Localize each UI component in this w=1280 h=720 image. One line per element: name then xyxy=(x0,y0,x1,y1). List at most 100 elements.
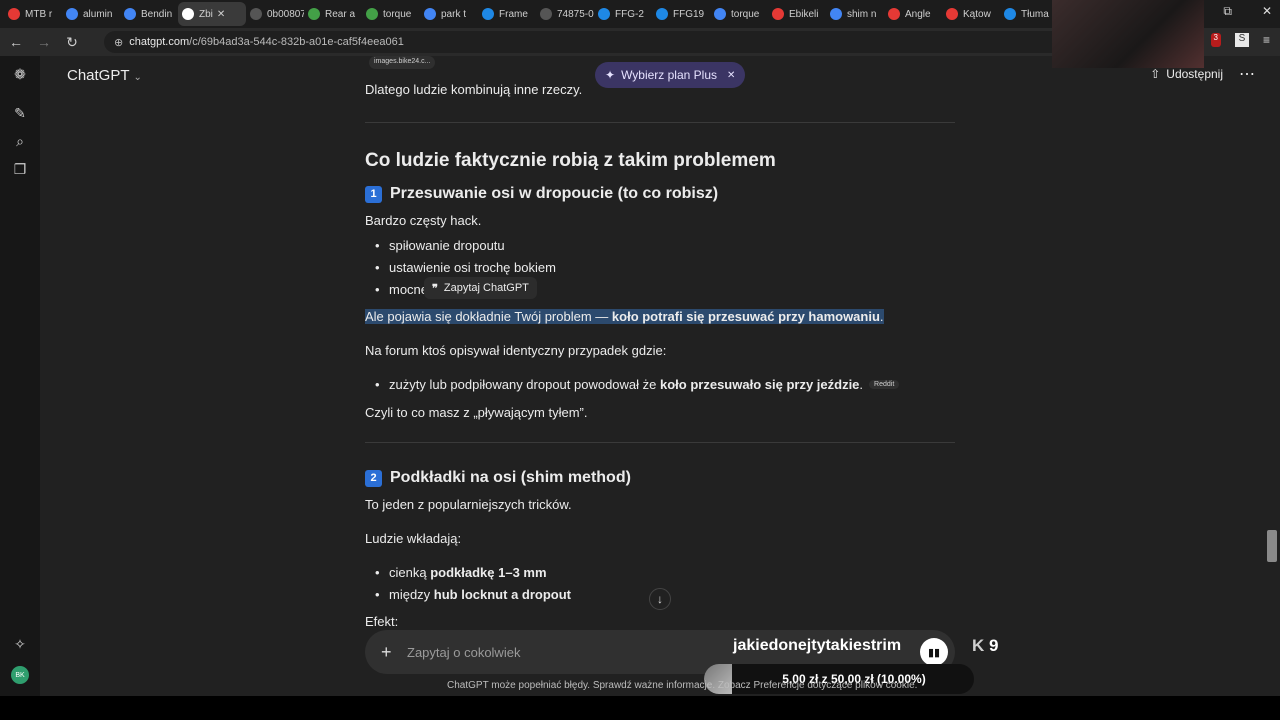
browser-tab[interactable]: Ebikeli xyxy=(768,2,826,26)
kick-logo-icon: K xyxy=(972,636,985,655)
share-label: Udostępnij xyxy=(1166,67,1223,81)
tab-label: Frame xyxy=(499,8,528,20)
share-button[interactable]: ⇧ Udostępnij xyxy=(1150,67,1223,81)
model-selector[interactable]: ChatGPT ⌄ xyxy=(67,67,142,84)
source-chip-reddit[interactable]: Reddit xyxy=(869,380,900,390)
stream-overlay-counter: K 9 xyxy=(972,636,998,656)
list-item: zużyty lub podpiłowany dropout powodował… xyxy=(375,375,900,395)
stream-overlay-text: jakiedonejtytakiestrim xyxy=(733,637,902,654)
list-item: cienką podkładkę 1–3 mm xyxy=(375,563,546,583)
extension-icon[interactable]: S xyxy=(1234,33,1249,47)
paragraph: Ludzie wkładają: xyxy=(365,531,462,546)
avatar[interactable]: BK xyxy=(11,666,29,684)
browser-tab[interactable]: FFG-2 xyxy=(594,2,652,26)
more-options-icon[interactable]: ⋯ xyxy=(1239,64,1255,84)
browser-tab[interactable]: shim n xyxy=(826,2,884,26)
browser-tab[interactable]: park t xyxy=(420,2,478,26)
extension-badge[interactable]: 3 xyxy=(1210,33,1221,47)
browser-tab[interactable]: Angle xyxy=(884,2,942,26)
restore-window-icon[interactable]: ⧉ xyxy=(1223,4,1232,19)
text-span: zużyty lub podpiłowany dropout powodował… xyxy=(389,377,661,392)
tab-label: Rear a xyxy=(325,8,356,20)
bold-text: koło potrafi się przesuwać przy hamowani… xyxy=(611,309,880,324)
tab-label: Bendin xyxy=(141,8,173,20)
text-span: między xyxy=(389,587,434,602)
tab-favicon-icon xyxy=(830,8,842,20)
tab-favicon-icon xyxy=(772,8,784,20)
tab-label: 74875-02 xyxy=(557,8,594,20)
new-chat-icon[interactable]: ✎ xyxy=(10,103,30,123)
browser-tab[interactable]: torque xyxy=(710,2,768,26)
browser-tab[interactable]: Frame xyxy=(478,2,536,26)
divider xyxy=(365,122,955,123)
scroll-down-button[interactable]: ↓ xyxy=(649,588,671,610)
forward-arrow-icon[interactable]: → xyxy=(32,34,56,50)
browser-tab[interactable]: 74875-02 xyxy=(536,2,594,26)
search-icon[interactable]: ⌕ xyxy=(10,131,30,151)
brand-label: ChatGPT xyxy=(67,67,130,84)
subsection-title: Przesuwanie osi w dropoucie (to co robis… xyxy=(390,185,719,202)
tab-label: alumin xyxy=(83,8,113,20)
browser-tab[interactable]: Rear a xyxy=(304,2,362,26)
paragraph: Czyli to co masz z „pływającym tyłem”. xyxy=(365,405,588,420)
tab-favicon-icon xyxy=(1004,8,1016,20)
highlighted-paragraph: Ale pojawia się dokładnie Twój problem —… xyxy=(365,307,884,327)
divider xyxy=(365,442,955,443)
paragraph: Bardzo częsty hack. xyxy=(365,213,482,228)
quote-icon: ❞ xyxy=(432,282,438,295)
library-icon[interactable]: ❐ xyxy=(10,159,30,179)
text-span: . xyxy=(879,309,884,324)
text-span: Ale pojawia się dokładnie Twój problem — xyxy=(365,309,612,324)
browser-tab[interactable]: 0b00807f xyxy=(246,2,304,26)
list-item: spiłowanie dropoutu xyxy=(375,236,505,256)
browser-tab[interactable]: torque xyxy=(362,2,420,26)
list-item: między hub locknut a dropout xyxy=(375,585,571,605)
ask-chatgpt-tooltip[interactable]: ❞ Zapytaj ChatGPT xyxy=(424,277,537,299)
tab-favicon-icon xyxy=(308,8,320,20)
openai-logo-icon[interactable]: ❁ xyxy=(10,64,30,84)
bold-text: koło przesuwało się przy jeździe xyxy=(660,377,860,392)
share-icon: ⇧ xyxy=(1150,67,1161,81)
tab-label: FFG-2 xyxy=(615,8,644,20)
sparkle-icon[interactable]: ✧ xyxy=(10,634,30,654)
tab-label: 0b00807f xyxy=(267,8,304,20)
close-tab-icon[interactable]: ✕ xyxy=(217,9,225,20)
source-chip[interactable]: images.bike24.c... xyxy=(369,56,436,69)
site-info-icon[interactable]: ⊕ xyxy=(114,36,123,49)
url-field[interactable]: ⊕ chatgpt.com/c/69b4ad3a-544c-832b-a01e-… xyxy=(104,31,1064,53)
tab-favicon-icon xyxy=(656,8,668,20)
paragraph: Na forum ktoś opisywał identyczny przypa… xyxy=(365,343,667,358)
section-heading: Co ludzie faktycznie robią z takim probl… xyxy=(365,150,776,171)
browser-tab[interactable]: alumin xyxy=(62,2,120,26)
tab-favicon-icon xyxy=(8,8,20,20)
extensions-area: 3 S ≡ xyxy=(1210,33,1270,47)
list-item: ustawienie osi trochę bokiem xyxy=(375,258,556,278)
browser-tab[interactable]: MTB r xyxy=(4,2,62,26)
composer-input[interactable]: Zapytaj o cokolwiek xyxy=(407,645,520,660)
plus-icon[interactable]: + xyxy=(381,642,401,663)
browser-tab[interactable]: Bendin xyxy=(120,2,178,26)
paragraph: Dlatego ludzie kombinują inne rzeczy. xyxy=(365,82,583,97)
tab-favicon-icon xyxy=(598,8,610,20)
paragraph: To jeden z popularniejszych tricków. xyxy=(365,497,572,512)
tab-favicon-icon xyxy=(946,8,958,20)
browser-tab[interactable]: Kątow xyxy=(942,2,1000,26)
tab-label: Kątow xyxy=(963,8,991,20)
back-arrow-icon[interactable]: ← xyxy=(4,34,28,50)
tab-label: Zbi xyxy=(199,8,213,20)
subsection-heading-2: 2 Podkładki na osi (shim method) xyxy=(365,466,631,491)
close-window-icon[interactable]: ✕ xyxy=(1262,4,1272,19)
scrollbar-thumb[interactable] xyxy=(1267,530,1277,562)
tab-label: torque xyxy=(383,8,412,20)
browser-menu-icon[interactable]: ≡ xyxy=(1263,33,1270,47)
browser-tab[interactable]: Zbi ✕ xyxy=(178,2,246,26)
reload-icon[interactable]: ↻ xyxy=(60,34,84,51)
url-domain: chatgpt.com xyxy=(129,36,190,48)
browser-tab[interactable]: FFG19 xyxy=(652,2,710,26)
browser-tab[interactable]: Tłuma xyxy=(1000,2,1058,26)
tab-favicon-icon xyxy=(540,8,552,20)
tab-favicon-icon xyxy=(424,8,436,20)
tab-favicon-icon xyxy=(714,8,726,20)
tab-favicon-icon xyxy=(250,8,262,20)
voice-mode-icon[interactable]: ▮▮ xyxy=(920,638,948,666)
